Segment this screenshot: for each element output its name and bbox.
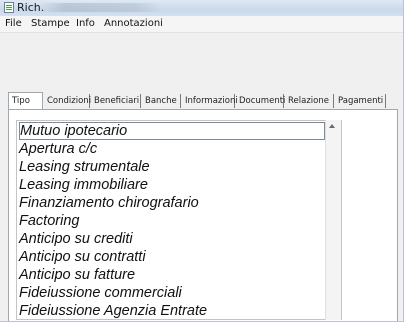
- document-list-icon: [4, 2, 14, 13]
- list-item[interactable]: Anticipo su contratti: [19, 248, 146, 266]
- menu-bar: File Stampe Info Annotazioni: [0, 16, 403, 33]
- list-item[interactable]: Apertura c/c: [19, 140, 97, 158]
- tab-relazione[interactable]: Relazione: [288, 94, 334, 108]
- tab-informazioni[interactable]: Informazioni: [185, 94, 238, 108]
- list-item[interactable]: Anticipo su fatture: [19, 266, 135, 284]
- list-item[interactable]: Finanziamento chirografario: [19, 194, 199, 212]
- menu-info[interactable]: Info: [76, 18, 95, 29]
- tab-tipo[interactable]: Tipo: [8, 92, 43, 110]
- tab-banche[interactable]: Banche: [145, 94, 181, 108]
- tab-strip: Tipo Condizioni Beneficiari Banche Infor…: [0, 92, 403, 110]
- list-item[interactable]: Mutuo ipotecario: [19, 122, 325, 140]
- title-bar[interactable]: Rich.: [0, 0, 403, 16]
- tab-pagamenti[interactable]: Pagamenti: [338, 94, 386, 108]
- list-item[interactable]: Leasing immobiliare: [19, 176, 148, 194]
- list-item[interactable]: Factoring: [19, 212, 79, 230]
- tab-beneficiari[interactable]: Beneficiari: [94, 94, 141, 108]
- menu-annotazioni[interactable]: Annotazioni: [104, 18, 163, 29]
- list-item[interactable]: Fideiussione Agenzia Entrate: [19, 302, 207, 319]
- tab-condizioni[interactable]: Condizioni: [47, 94, 91, 108]
- listbox-scrollbar[interactable]: [325, 120, 341, 320]
- list-item[interactable]: Anticipo su crediti: [19, 230, 133, 248]
- blurred-title-extension: [40, 3, 160, 12]
- tipo-listbox[interactable]: Mutuo ipotecario Apertura c/c Leasing st…: [16, 120, 342, 320]
- list-item[interactable]: Leasing strumentale: [19, 158, 150, 176]
- application-window: Rich. File Stampe Info Annotazioni Tipo …: [0, 0, 404, 322]
- menu-file[interactable]: File: [5, 18, 22, 29]
- scroll-up-arrow-icon[interactable]: [329, 124, 335, 128]
- menu-stampe[interactable]: Stampe: [31, 18, 70, 29]
- list-item[interactable]: Fideiussione commerciali: [19, 284, 182, 302]
- tab-documenti[interactable]: Documenti: [239, 94, 285, 108]
